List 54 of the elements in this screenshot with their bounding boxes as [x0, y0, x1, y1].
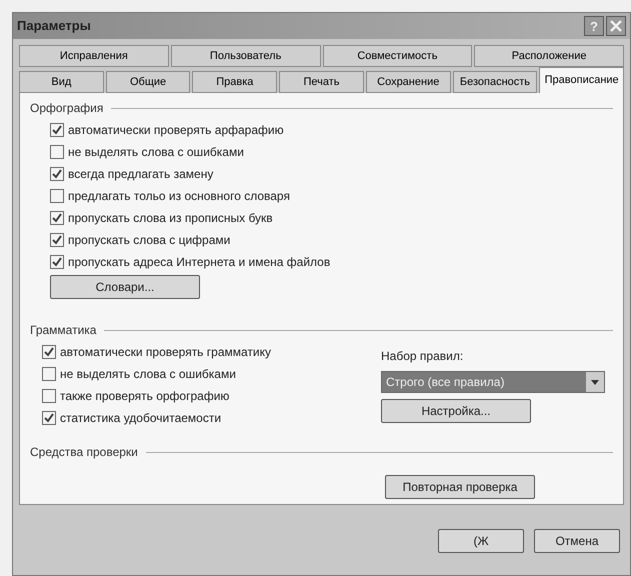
dropdown-value: Строго (все правила) — [385, 374, 506, 391]
checkbox[interactable] — [50, 211, 64, 225]
button[interactable]: (Ж — [438, 529, 524, 553]
tab[interactable]: Правка — [192, 71, 278, 93]
option-label: также проверять орфографию — [60, 388, 230, 405]
tab[interactable]: Расположение — [474, 45, 624, 67]
option-label: пропускать слова из прописных букв — [68, 210, 273, 227]
option-label: предлагать тольо из основного словаря — [68, 188, 290, 205]
checkbox[interactable] — [50, 189, 64, 203]
tab[interactable]: Исправления — [19, 45, 169, 67]
check-icon — [44, 413, 54, 423]
ruleset-dropdown[interactable]: Строго (все правила) — [381, 371, 605, 393]
ruleset-label: Набор правил: — [381, 348, 464, 365]
check-icon — [52, 169, 62, 179]
button[interactable]: Отмена — [534, 529, 620, 553]
checkbox[interactable] — [50, 145, 64, 159]
option-label: статистика удобочитаемости — [60, 410, 222, 427]
tab[interactable]: Общие — [106, 71, 190, 93]
checkbox[interactable] — [50, 255, 64, 269]
checkbox[interactable] — [50, 123, 64, 137]
section-title: Средства проверки — [30, 444, 138, 461]
option-label: пропускать слова с цифрами — [68, 232, 230, 249]
option-label: пропускать адреса Интернета и имена файлов — [68, 254, 330, 271]
check-icon — [52, 213, 62, 223]
option-label: автоматически проверять грамматику — [60, 344, 271, 361]
checkbox[interactable] — [50, 233, 64, 247]
tab[interactable]: Совместимость — [322, 45, 472, 67]
tab[interactable]: Печать — [279, 71, 364, 93]
option-label: не выделять слова с ошибками — [68, 144, 244, 161]
option-label: не выделять слова с ошибками — [60, 366, 236, 383]
checkbox[interactable] — [42, 345, 56, 359]
checkbox[interactable] — [50, 167, 64, 181]
checkbox[interactable] — [42, 411, 56, 425]
button[interactable]: Повторная проверка — [385, 475, 535, 499]
option-label: всегда предлагать замену — [68, 166, 214, 183]
button[interactable]: Настройка... — [381, 399, 531, 423]
tab[interactable]: Сохранение — [366, 71, 451, 93]
section-title: Грамматика — [30, 322, 96, 339]
tab[interactable]: Вид — [19, 71, 104, 93]
checkbox[interactable] — [42, 367, 56, 381]
option-label: автоматически проверять арфарафию — [68, 122, 284, 139]
button[interactable]: Словари... — [50, 275, 200, 299]
check-icon — [52, 235, 62, 245]
tab[interactable]: Пользователь — [170, 45, 320, 67]
check-icon — [52, 257, 62, 267]
checkbox[interactable] — [42, 389, 56, 403]
check-icon — [44, 347, 54, 357]
section-title: Орфография — [30, 100, 104, 117]
tab[interactable]: Безопасность — [452, 71, 538, 93]
close-button[interactable] — [606, 16, 626, 36]
window-title: Параметры — [17, 17, 92, 36]
close-icon — [610, 20, 622, 32]
check-icon — [52, 125, 62, 135]
tab[interactable]: Правописание — [539, 67, 624, 93]
